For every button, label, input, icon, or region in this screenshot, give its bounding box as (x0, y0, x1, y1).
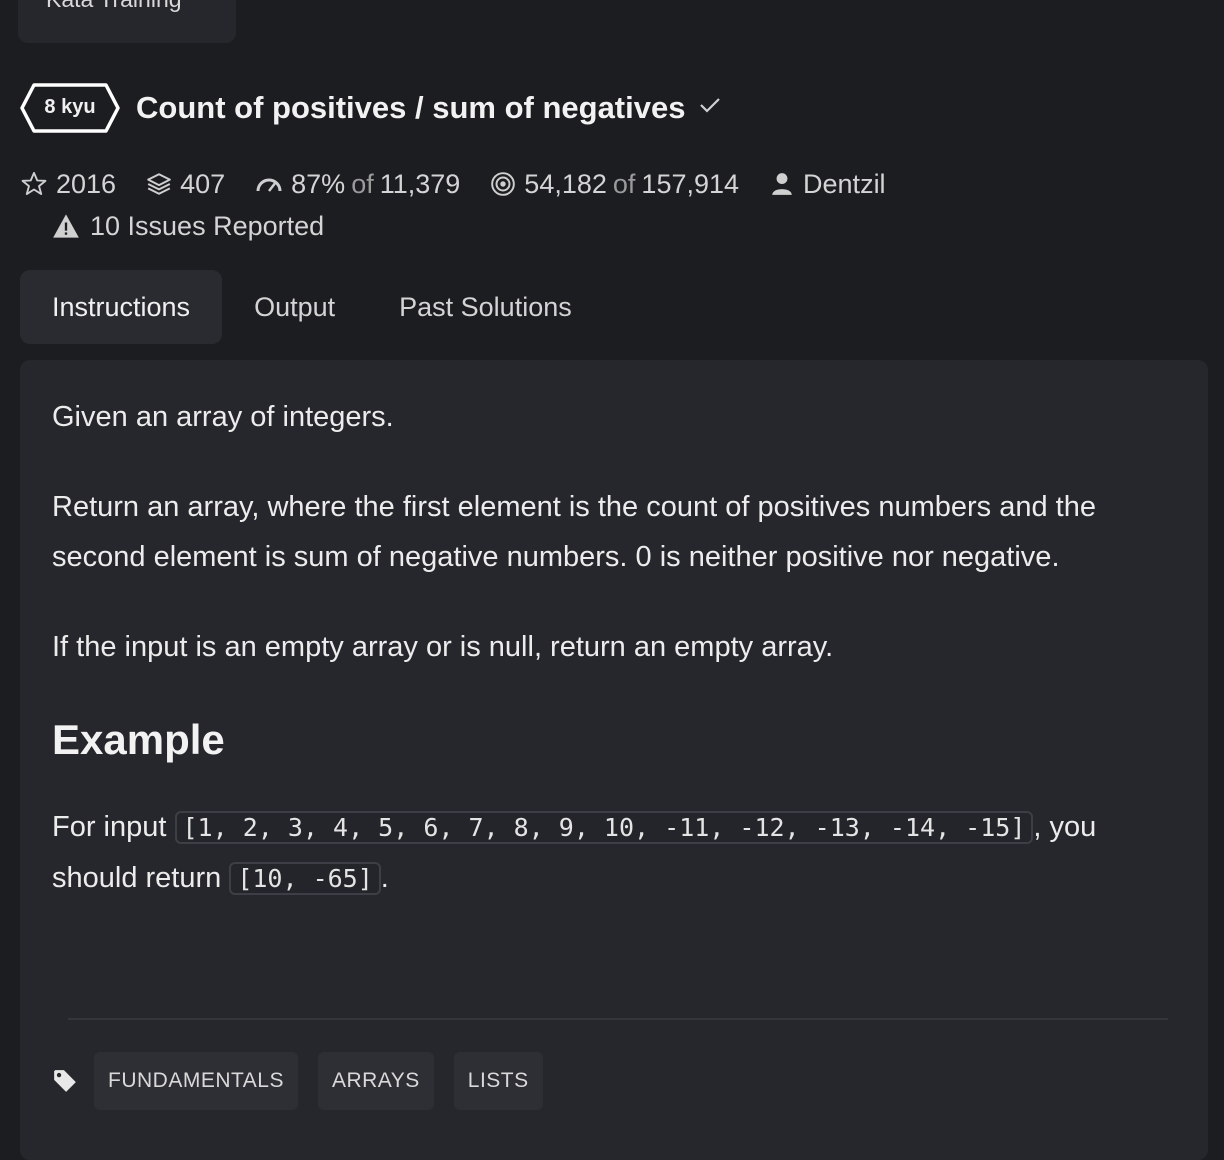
check-icon (700, 98, 721, 113)
instructions-panel: Given an array of integers. Return an ar… (20, 360, 1208, 1160)
description-paragraph: Given an array of integers. (52, 401, 394, 433)
satisfaction-of: of (351, 168, 374, 199)
stars-stat[interactable]: 2016 (20, 169, 116, 200)
divider (68, 1018, 1168, 1020)
tag-icon (54, 1070, 76, 1092)
tag-fundamentals[interactable]: FUNDAMENTALS (94, 1052, 298, 1110)
description-paragraph: If the input is an empty array or is nul… (52, 631, 834, 663)
issues-label: 10 Issues Reported (90, 210, 325, 241)
issues-reported[interactable]: 10 Issues Reported (52, 208, 324, 244)
gauge-icon (256, 178, 282, 192)
collections-count: 407 (180, 168, 226, 199)
example-input-code: [1, 2, 3, 4, 5, 6, 7, 8, 9, 10, -11, -12… (174, 811, 1034, 844)
user-icon (772, 173, 792, 195)
kata-stats: 2016 407 87% of 11,379 54,182 of 157,914 (20, 166, 916, 202)
star-icon (21, 171, 47, 195)
example-paragraph: For input [1, 2, 3, 4, 5, 6, 7, 8, 9, 10… (52, 802, 1176, 904)
completed-of: of (612, 168, 636, 199)
kata-title: Count of positives / sum of negatives (136, 90, 686, 125)
example-output-code: [10, -65] (229, 862, 381, 895)
completed-count: 54,182 (524, 168, 607, 199)
satisfaction-percent: 87% (291, 168, 346, 199)
author-stat[interactable]: Dentzil (769, 169, 886, 200)
target-icon (491, 172, 516, 196)
example-prefix: For input (52, 811, 175, 843)
kyu-rank-label: 8 kyu (44, 96, 96, 118)
example-heading: Example (52, 716, 225, 763)
tags-row: FUNDAMENTALS ARRAYS LISTS (52, 1052, 563, 1110)
attempted-count: 157,914 (641, 168, 740, 199)
tab-output[interactable]: Output (222, 270, 367, 344)
kata-description: Given an array of integers. Return an ar… (52, 392, 1176, 944)
kyu-rank-badge: 8 kyu (20, 82, 120, 134)
kata-header: 8 kyu Count of positives / sum of negati… (20, 80, 721, 136)
stars-count: 2016 (56, 168, 117, 199)
tab-past-solutions[interactable]: Past Solutions (367, 270, 604, 344)
satisfaction-total: 11,379 (379, 168, 461, 199)
layers-icon (147, 173, 171, 195)
kata-training-tab[interactable]: Kata Training (18, 0, 236, 43)
satisfaction-stat: 87% of 11,379 (255, 169, 460, 200)
author-name: Dentzil (803, 168, 886, 199)
kata-training-label: Kata Training (46, 0, 182, 13)
kata-tabs: Instructions Output Past Solutions (20, 270, 604, 344)
warning-icon (53, 214, 79, 238)
tab-instructions[interactable]: Instructions (20, 270, 223, 344)
example-suffix: . (380, 862, 389, 894)
description-paragraph: Return an array, where the first element… (52, 491, 1096, 573)
completed-stat: 54,182 of 157,914 (490, 169, 739, 200)
tag-arrays[interactable]: ARRAYS (317, 1052, 434, 1110)
tag-lists[interactable]: LISTS (453, 1052, 543, 1110)
collections-stat[interactable]: 407 (146, 169, 225, 200)
